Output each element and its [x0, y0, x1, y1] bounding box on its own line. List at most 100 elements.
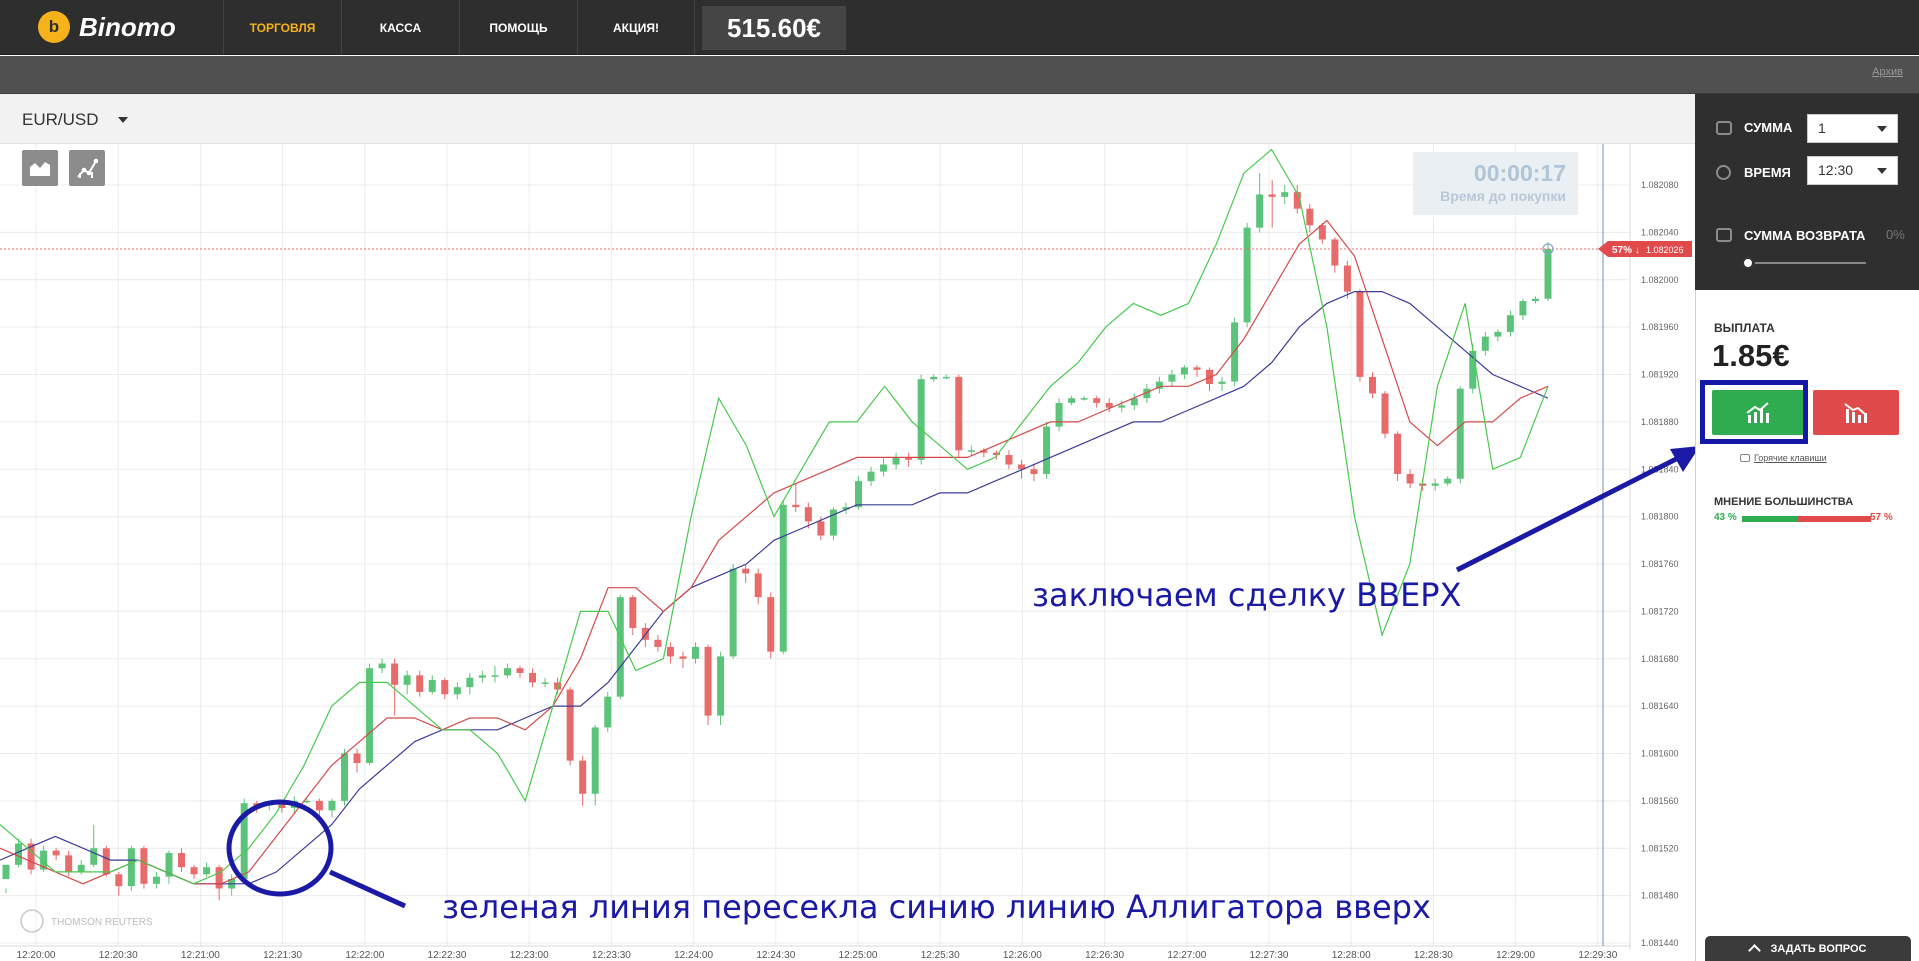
candle-down [666, 646, 674, 657]
chevron-down-icon[interactable] [118, 117, 128, 123]
candle-up [729, 568, 737, 657]
candle-up [152, 876, 160, 884]
majority-up-value: 43 % [1714, 512, 1737, 523]
amount-select[interactable]: 1 [1807, 114, 1898, 143]
candle-up [503, 668, 511, 676]
return-slider-handle[interactable] [1741, 256, 1755, 270]
archive-link[interactable]: Архив [1872, 66, 1903, 78]
time-select[interactable]: 12:30 [1807, 156, 1898, 185]
return-label: СУММА ВОЗВРАТА [1744, 228, 1866, 243]
candle-up [403, 675, 411, 685]
candle-down [1368, 376, 1376, 394]
candle-down [1005, 455, 1013, 465]
crossing-pointer-line [328, 869, 407, 909]
price-tick-label: 1.081520 [1641, 843, 1679, 853]
area-chart-button[interactable] [22, 150, 58, 186]
candle-up [917, 379, 925, 460]
candle-up [1243, 227, 1251, 323]
chevron-down-icon [1877, 126, 1887, 132]
candle-down [65, 855, 73, 872]
candle-up [466, 677, 474, 688]
candle-up [2, 864, 10, 880]
candle-down [654, 639, 662, 647]
candle-down [1306, 208, 1314, 226]
chart-area[interactable]: 1.082080 1.082040 1.082000 1.081960 1.081920… [0, 94, 1695, 961]
time-tick-label: 12:23:00 [510, 950, 549, 961]
candle-down [115, 874, 123, 887]
hotkeys-link[interactable]: Горячие клавиши [1754, 453, 1827, 463]
candle-down [754, 573, 762, 598]
candle-up [1256, 194, 1264, 228]
majority-label: МНЕНИЕ БОЛЬШИНСТВА [1714, 496, 1854, 508]
candle-up [340, 753, 348, 801]
nav-promo[interactable]: АКЦИЯ! [577, 0, 695, 55]
timer-label: Время до покупки [1440, 188, 1566, 204]
candle-up [428, 680, 436, 692]
brand-mark-icon: b [38, 11, 70, 43]
candle-up [203, 867, 211, 875]
candle-up [1180, 367, 1188, 375]
candle-down [516, 668, 524, 673]
candle-down [215, 867, 223, 889]
candle-down [804, 507, 812, 522]
candle-down [629, 597, 637, 628]
candle-up [892, 457, 900, 465]
time-tick-label: 12:23:30 [592, 950, 631, 961]
price-chart[interactable]: 1.082080 1.082040 1.082000 1.081960 1.081920… [0, 94, 1695, 961]
time-tick-label: 12:29:30 [1578, 950, 1617, 961]
return-slider[interactable] [1742, 262, 1866, 264]
nav-trading[interactable]: ТОРГОВЛЯ [223, 0, 341, 55]
candle-up [1469, 350, 1477, 389]
time-label: ВРЕМЯ [1744, 165, 1791, 180]
candle-up [942, 376, 950, 379]
candle-up [1506, 315, 1514, 332]
candle-down [579, 760, 587, 794]
price-tick-label: 1.082000 [1641, 275, 1679, 285]
candle-up [880, 464, 888, 472]
indicators-button[interactable] [69, 150, 105, 186]
time-tick-label: 12:28:30 [1414, 950, 1453, 961]
brand-logo[interactable]: b Binomo [38, 9, 176, 45]
time-tick-label: 12:25:30 [921, 950, 960, 961]
time-value: 12:30 [1818, 162, 1854, 178]
time-tick-label: 12:26:30 [1085, 950, 1124, 961]
candle-down [742, 568, 750, 574]
call-button-highlight [1700, 380, 1808, 444]
candle-down [529, 672, 537, 683]
candle-down [178, 852, 186, 868]
balance-display[interactable]: 515.60€ [702, 6, 846, 50]
candle-up [616, 597, 624, 697]
time-tick-label: 12:29:00 [1496, 950, 1535, 961]
nav-help[interactable]: ПОМОЩЬ [459, 0, 577, 55]
candle-up [854, 481, 862, 508]
time-tick-label: 12:27:00 [1167, 950, 1206, 961]
chevron-up-icon [1747, 944, 1761, 957]
ask-question-button[interactable]: ЗАДАТЬ ВОПРОС [1705, 936, 1911, 961]
candle-down [1193, 367, 1201, 370]
brand-name: Binomo [79, 11, 176, 42]
asset-selector[interactable]: EUR/USD [22, 110, 99, 130]
price-tick-label: 1.081800 [1641, 512, 1679, 522]
candle-up [604, 696, 612, 728]
candle-down [1356, 291, 1364, 377]
candle-up [717, 656, 725, 716]
nav-cashier[interactable]: КАССА [341, 0, 459, 55]
coins-icon [1716, 121, 1732, 135]
purchase-timer: 00:00:17 Время до покупки [1413, 152, 1578, 215]
candle-up [867, 471, 875, 482]
time-tick-label: 12:22:00 [345, 950, 384, 961]
candle-up [1431, 483, 1439, 486]
candle-up [1218, 381, 1226, 384]
put-button[interactable] [1813, 390, 1899, 435]
price-tick-label: 1.081960 [1641, 322, 1679, 332]
candle-up [779, 504, 787, 652]
candle-down [792, 504, 800, 508]
price-tick-label: 1.081440 [1641, 938, 1679, 948]
price-tick-label: 1.081920 [1641, 370, 1679, 380]
payout-label: ВЫПЛАТА [1714, 321, 1775, 335]
annotation-crossing: зеленая линия пересекла синию линию Алли… [442, 888, 1431, 926]
time-tick-label: 12:27:30 [1250, 950, 1289, 961]
candle-up [1055, 402, 1063, 427]
candle-down [1268, 194, 1276, 197]
candle-up [1519, 301, 1527, 316]
